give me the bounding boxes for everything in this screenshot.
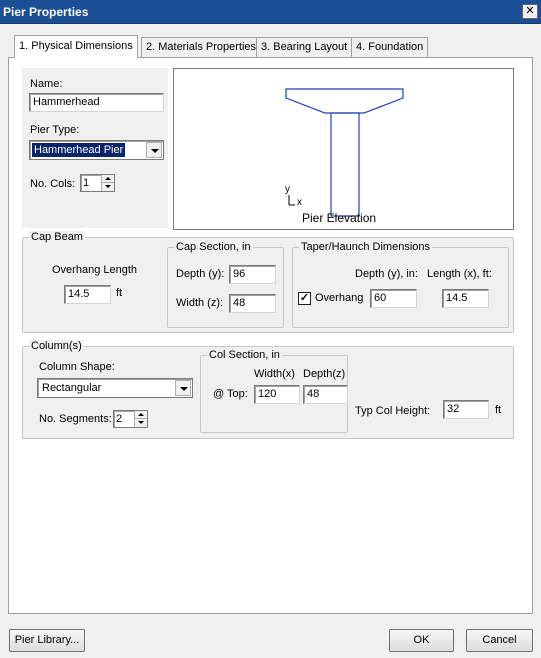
col-depth-header: Depth(z) xyxy=(303,368,346,380)
no-cols-stepper[interactable]: 1 xyxy=(80,174,115,192)
title-bar: Pier Properties ✕ xyxy=(0,0,541,24)
col-width-header: Width(x) xyxy=(254,368,295,380)
pier-type-select[interactable]: Hammerhead Pier xyxy=(29,140,164,160)
taper-depth-header: Depth (y), in: xyxy=(355,268,418,280)
ok-button[interactable]: OK xyxy=(389,629,454,652)
col-width-input[interactable]: 120 xyxy=(254,385,300,404)
cap-beam-legend: Cap Beam xyxy=(29,231,85,243)
typ-col-height-input[interactable]: 32 xyxy=(443,400,489,419)
cap-depth-input[interactable]: 96 xyxy=(229,265,276,284)
taper-depth-input[interactable]: 60 xyxy=(370,289,417,308)
axis-y-label: y xyxy=(285,184,290,195)
no-segments-spin-buttons[interactable] xyxy=(134,411,147,427)
typ-col-height-label: Typ Col Height: xyxy=(355,405,431,417)
typ-col-height-unit: ft xyxy=(495,404,502,416)
elevation-caption: Pier Elevation xyxy=(302,211,377,225)
overhang-unit: ft xyxy=(116,287,123,299)
col-depth-input[interactable]: 48 xyxy=(303,385,348,404)
chevron-down-icon[interactable] xyxy=(146,142,162,158)
spin-down-icon[interactable] xyxy=(102,183,114,191)
cap-beam-shape xyxy=(285,88,404,114)
taper-length-input[interactable]: 14.5 xyxy=(442,289,489,308)
col-section-legend: Col Section, in xyxy=(207,349,282,361)
cap-depth-label: Depth (y): xyxy=(176,268,225,280)
tab-physical-dimensions[interactable]: 1. Physical Dimensions xyxy=(14,35,138,58)
overhang-checkbox-label: Overhang xyxy=(315,292,364,304)
spin-up-icon[interactable] xyxy=(102,175,114,183)
no-cols-value: 1 xyxy=(83,177,90,189)
overhang-length-input[interactable]: 14.5 xyxy=(64,285,111,304)
taper-length-header: Length (x), ft: xyxy=(427,268,492,280)
no-cols-label: No. Cols: xyxy=(30,178,76,190)
pier-type-label: Pier Type: xyxy=(30,124,80,136)
overhang-checkbox[interactable]: ✓ xyxy=(298,292,311,305)
taper-haunch-legend: Taper/Haunch Dimensions xyxy=(299,241,433,253)
cap-width-input[interactable]: 48 xyxy=(229,294,276,313)
spin-up-icon[interactable] xyxy=(135,411,147,419)
cancel-button[interactable]: Cancel xyxy=(466,629,533,652)
tab-materials-properties[interactable]: 2. Materials Properties xyxy=(141,37,262,57)
no-segments-stepper[interactable]: 2 xyxy=(113,410,148,428)
name-input[interactable]: Hammerhead xyxy=(29,93,164,112)
cap-width-label: Width (z): xyxy=(176,297,224,309)
at-top-label: @ Top: xyxy=(213,388,248,400)
window-title: Pier Properties xyxy=(3,5,89,19)
tab-foundation[interactable]: 4. Foundation xyxy=(351,37,429,57)
pier-type-value: Hammerhead Pier xyxy=(32,143,126,157)
spin-down-icon[interactable] xyxy=(135,419,147,427)
axis-x-label: x xyxy=(297,197,302,208)
name-label: Name: xyxy=(30,78,63,90)
cap-section-legend: Cap Section, in xyxy=(174,241,253,253)
column-shape xyxy=(330,112,360,217)
pier-elevation-drawing xyxy=(285,88,404,217)
chevron-down-icon[interactable] xyxy=(175,380,191,396)
columns-legend: Column(s) xyxy=(29,340,84,352)
no-cols-spin-buttons[interactable] xyxy=(101,175,114,191)
pier-library-button[interactable]: Pier Library... xyxy=(9,629,85,652)
column-shape-select[interactable]: Rectangular xyxy=(37,378,193,398)
column-shape-label: Column Shape: xyxy=(39,361,115,373)
no-segments-label: No. Segments: xyxy=(39,413,112,425)
taper-haunch-group: Taper/Haunch Dimensions xyxy=(292,241,509,328)
cap-section-group: Cap Section, in xyxy=(167,241,284,328)
no-segments-value: 2 xyxy=(116,413,123,425)
close-icon[interactable]: ✕ xyxy=(522,4,538,19)
tab-bearing-layout[interactable]: 3. Bearing Layout xyxy=(256,37,353,57)
pier-elevation-view: y x Pier Elevation xyxy=(173,68,514,230)
overhang-length-label: Overhang Length xyxy=(52,264,138,276)
column-shape-value: Rectangular xyxy=(42,382,102,394)
